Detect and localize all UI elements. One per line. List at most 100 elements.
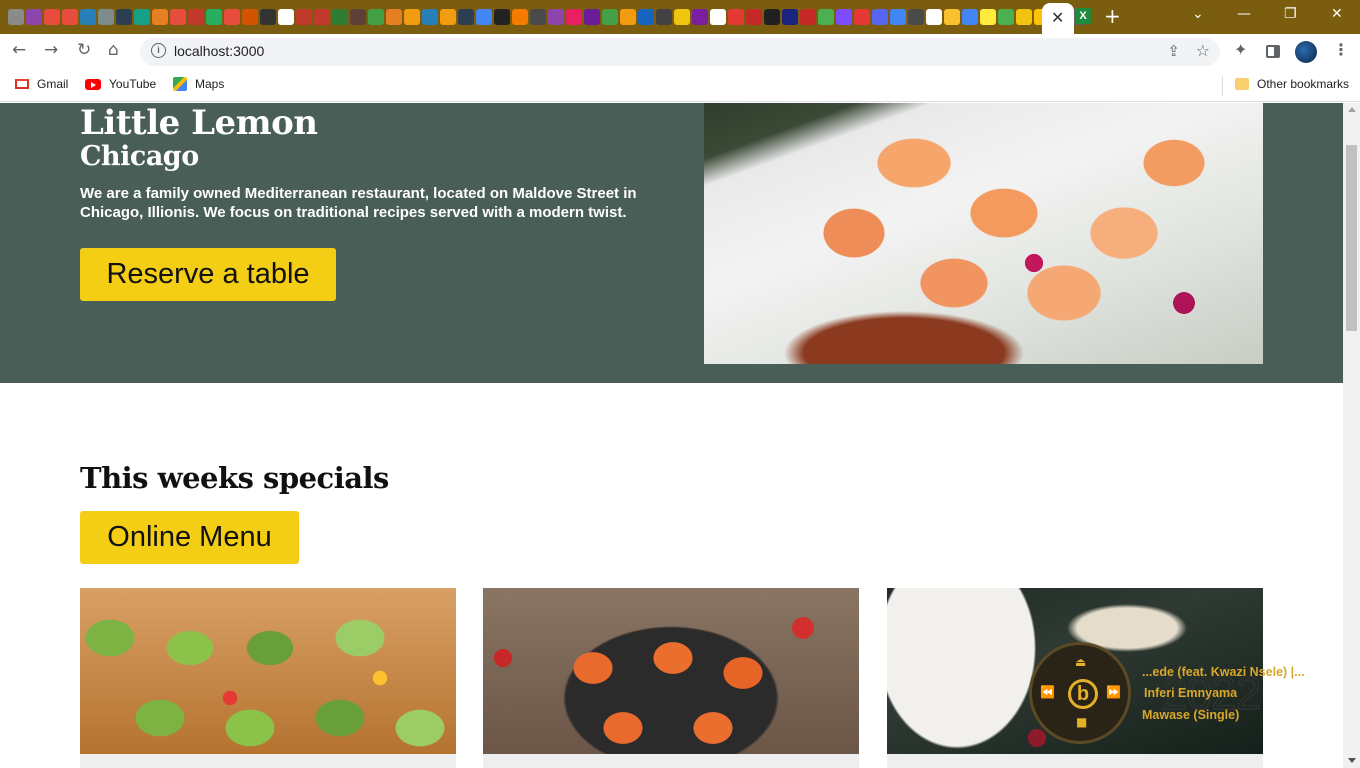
tab-favicon-icon[interactable] [278, 9, 294, 25]
tab-favicon-icon[interactable] [800, 9, 816, 25]
tab-favicons[interactable] [8, 7, 1086, 27]
back-icon[interactable]: ← [12, 40, 26, 60]
tab-favicon-icon[interactable] [62, 9, 78, 25]
tab-favicon-icon[interactable] [746, 9, 762, 25]
tab-favicon-icon[interactable] [404, 9, 420, 25]
tab-favicon-icon[interactable] [512, 9, 528, 25]
reserve-table-button[interactable]: Reserve a table [80, 248, 336, 301]
site-info-icon[interactable]: i [151, 43, 166, 58]
tab-favicon-icon[interactable] [908, 9, 924, 25]
close-tab-icon[interactable]: ✕ [1051, 8, 1064, 27]
tab-favicon-icon[interactable] [368, 9, 384, 25]
forward-icon[interactable]: → [44, 40, 58, 60]
tab-favicon-icon[interactable] [332, 9, 348, 25]
tab-favicon-icon[interactable] [692, 9, 708, 25]
side-panel-icon[interactable] [1266, 45, 1280, 58]
music-player-widget[interactable]: ⏏ ⏪ ⏩ ■ b [1029, 642, 1131, 744]
tab-favicon-icon[interactable] [998, 9, 1014, 25]
restore-button[interactable]: ❐ [1284, 6, 1297, 22]
extensions-icon[interactable]: ✦ [1234, 40, 1247, 59]
tab-favicon-icon[interactable] [872, 9, 888, 25]
tab-favicon-icon[interactable] [98, 9, 114, 25]
tab-favicon-icon[interactable] [296, 9, 312, 25]
url-text[interactable]: localhost:3000 [174, 43, 264, 59]
tab-favicon-icon[interactable] [134, 9, 150, 25]
tab-favicon-icon[interactable] [674, 9, 690, 25]
bookmark-star-icon[interactable]: ☆ [1196, 41, 1210, 60]
reload-icon[interactable]: ↻ [77, 40, 91, 60]
tab-favicon-icon[interactable] [962, 9, 978, 25]
next-track-icon[interactable]: ⏩ [1106, 685, 1121, 699]
active-tab[interactable]: ✕ [1042, 3, 1074, 34]
tab-favicon-icon[interactable] [602, 9, 618, 25]
bookmark-maps[interactable]: Maps [173, 77, 224, 91]
excel-tab-icon[interactable]: X [1075, 8, 1091, 24]
tab-favicon-icon[interactable] [818, 9, 834, 25]
tab-favicon-icon[interactable] [242, 9, 258, 25]
tab-favicon-icon[interactable] [1016, 9, 1032, 25]
other-bookmarks[interactable]: Other bookmarks [1235, 77, 1349, 91]
previous-track-icon[interactable]: ⏪ [1040, 685, 1055, 699]
tab-search-chevron-icon[interactable]: ⌄ [1192, 6, 1204, 22]
tab-favicon-icon[interactable] [836, 9, 852, 25]
home-icon[interactable]: ⌂ [108, 40, 119, 60]
tab-favicon-icon[interactable] [476, 9, 492, 25]
restaurant-city: Chicago [80, 141, 199, 172]
address-bar[interactable]: i localhost:3000 ⇪ ☆ [140, 38, 1220, 66]
tab-favicon-icon[interactable] [854, 9, 870, 25]
tab-favicon-icon[interactable] [782, 9, 798, 25]
bookmark-youtube[interactable]: YouTube [85, 77, 156, 91]
tab-favicon-icon[interactable] [8, 9, 24, 25]
tab-favicon-icon[interactable] [350, 9, 366, 25]
tab-favicon-icon[interactable] [890, 9, 906, 25]
tab-favicon-icon[interactable] [548, 9, 564, 25]
tab-favicon-icon[interactable] [152, 9, 168, 25]
tab-favicon-icon[interactable] [638, 9, 654, 25]
tab-favicon-icon[interactable] [710, 9, 726, 25]
tab-favicon-icon[interactable] [980, 9, 996, 25]
special-card-body [887, 754, 1263, 768]
stop-icon[interactable]: ■ [1076, 715, 1087, 729]
bookmark-gmail[interactable]: Gmail [15, 77, 68, 91]
eject-icon[interactable]: ⏏ [1075, 655, 1086, 669]
tab-favicon-icon[interactable] [206, 9, 222, 25]
tab-favicon-icon[interactable] [116, 9, 132, 25]
tab-favicon-icon[interactable] [728, 9, 744, 25]
online-menu-button[interactable]: Online Menu [80, 511, 299, 564]
scrollbar-thumb[interactable] [1346, 145, 1357, 331]
tab-favicon-icon[interactable] [944, 9, 960, 25]
new-tab-button[interactable]: + [1104, 4, 1121, 28]
restaurant-name: Little Lemon [80, 103, 318, 143]
profile-avatar[interactable] [1295, 41, 1317, 63]
hero-shrimp-image [704, 103, 1263, 364]
scroll-up-arrow-icon[interactable] [1348, 107, 1356, 112]
tab-favicon-icon[interactable] [44, 9, 60, 25]
tab-favicon-icon[interactable] [170, 9, 186, 25]
tab-favicon-icon[interactable] [224, 9, 240, 25]
folder-icon [1235, 78, 1249, 90]
tab-favicon-icon[interactable] [458, 9, 474, 25]
page-scrollbar[interactable] [1343, 103, 1360, 768]
tab-favicon-icon[interactable] [764, 9, 780, 25]
tab-favicon-icon[interactable] [188, 9, 204, 25]
tab-favicon-icon[interactable] [386, 9, 402, 25]
tab-favicon-icon[interactable] [422, 9, 438, 25]
tab-favicon-icon[interactable] [530, 9, 546, 25]
tab-favicon-icon[interactable] [620, 9, 636, 25]
special-card-body [483, 754, 859, 768]
tab-favicon-icon[interactable] [566, 9, 582, 25]
minimize-button[interactable]: — [1237, 6, 1251, 22]
window-close-button[interactable]: ✕ [1331, 6, 1343, 22]
tab-favicon-icon[interactable] [926, 9, 942, 25]
tab-favicon-icon[interactable] [494, 9, 510, 25]
tab-favicon-icon[interactable] [80, 9, 96, 25]
tab-favicon-icon[interactable] [656, 9, 672, 25]
tab-favicon-icon[interactable] [260, 9, 276, 25]
tab-favicon-icon[interactable] [440, 9, 456, 25]
tab-favicon-icon[interactable] [584, 9, 600, 25]
share-icon[interactable]: ⇪ [1167, 42, 1180, 60]
more-menu-icon[interactable]: ⋮ [1333, 40, 1349, 59]
scroll-down-arrow-icon[interactable] [1348, 758, 1356, 763]
tab-favicon-icon[interactable] [314, 9, 330, 25]
tab-favicon-icon[interactable] [26, 9, 42, 25]
